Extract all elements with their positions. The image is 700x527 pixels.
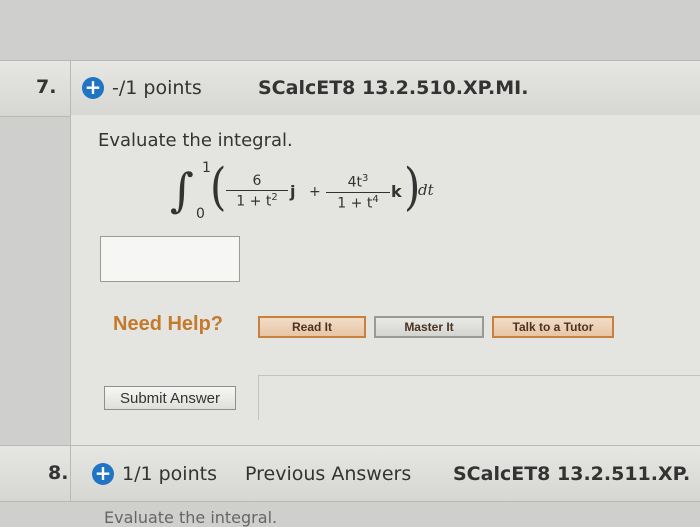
left-paren: ( [210, 157, 227, 216]
fraction-2-numerator: 4t3 [347, 173, 369, 191]
unit-vector-k: k [391, 182, 402, 201]
submit-row-vdivider [258, 375, 259, 420]
need-help-label: Need Help? [113, 313, 224, 335]
submit-row-divider [258, 375, 700, 376]
question-prompt: Evaluate the integral. [104, 508, 278, 527]
fraction-1-denominator: 1 + t2 [236, 192, 278, 210]
question-prompt: Evaluate the integral. [98, 130, 293, 151]
differential: dt [418, 181, 434, 199]
plus-circle-icon[interactable]: + [92, 463, 114, 485]
unit-vector-j: j [290, 182, 296, 201]
talk-to-tutor-button[interactable]: Talk to a Tutor [492, 316, 614, 338]
question-number: 7. [36, 76, 57, 98]
answer-input[interactable] [100, 236, 240, 282]
question-number: 8. [48, 462, 69, 484]
fraction-1: 6 1 + t2 [226, 173, 288, 210]
points-label: 1/1 points [122, 463, 217, 485]
integral-sign: ∫ [170, 163, 194, 217]
question-code: SCalcET8 13.2.510.XP.MI. [258, 77, 529, 99]
fraction-2-denominator: 1 + t4 [337, 193, 379, 212]
points-label: -/1 points [112, 77, 202, 99]
fraction-1-numerator: 6 [252, 173, 262, 189]
question-code: SCalcET8 13.2.511.XP. [453, 463, 691, 485]
lower-limit: 0 [196, 206, 205, 222]
submit-answer-button[interactable]: Submit Answer [104, 386, 236, 410]
plus-circle-icon[interactable]: + [82, 77, 104, 99]
plus-sign: + [309, 184, 321, 200]
read-it-button[interactable]: Read It [258, 316, 366, 338]
fraction-2: 4t3 1 + t4 [326, 173, 390, 211]
master-it-button[interactable]: Master It [374, 316, 484, 338]
previous-answers-link[interactable]: Previous Answers [245, 463, 411, 485]
